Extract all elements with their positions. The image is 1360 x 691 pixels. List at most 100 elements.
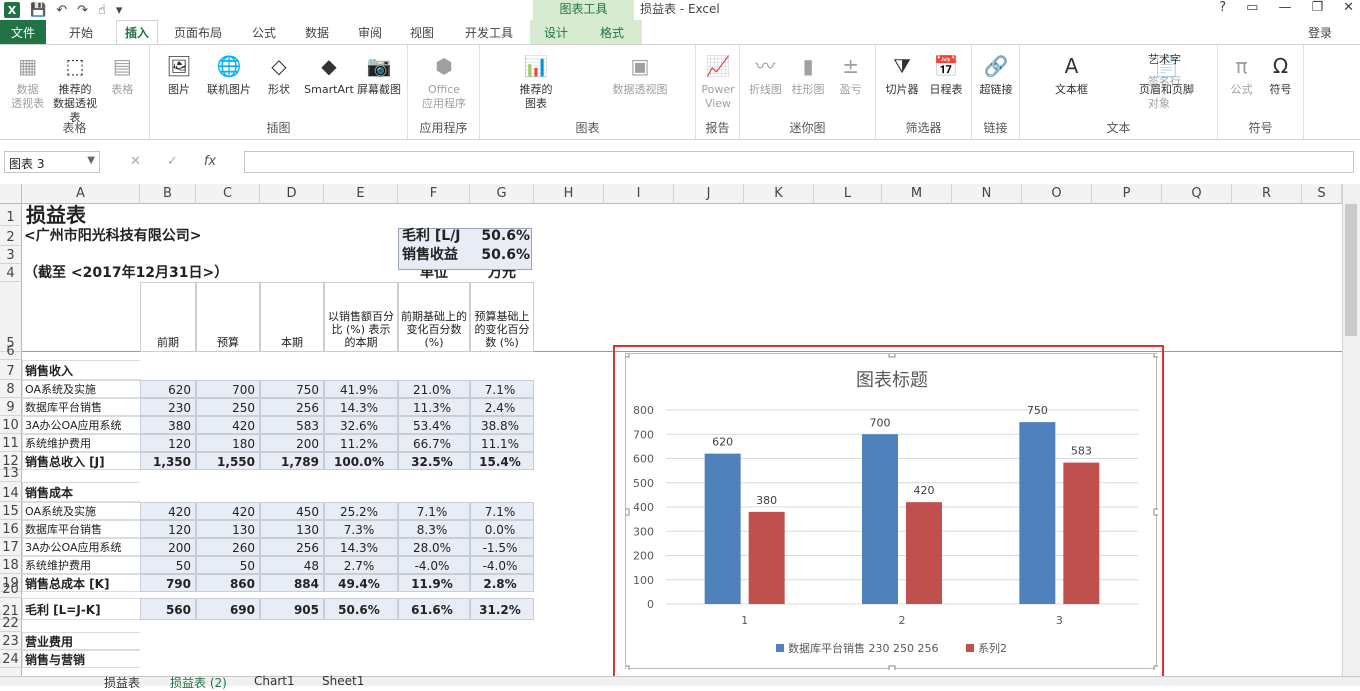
- data-cell[interactable]: 8.3%: [398, 520, 470, 538]
- data-cell[interactable]: 690: [196, 598, 260, 620]
- ribbon-button-7-0[interactable]: 🔗 超链接: [976, 51, 1016, 97]
- resize-handle[interactable]: [622, 665, 630, 673]
- column-header[interactable]: L: [814, 184, 882, 204]
- row-header[interactable]: 18: [0, 556, 22, 574]
- data-cell[interactable]: 53.4%: [398, 416, 470, 434]
- column-header[interactable]: K: [744, 184, 814, 204]
- column-title[interactable]: 以销售额百分比 (%) 表示的本期: [324, 282, 398, 352]
- ribbon-button-6-1[interactable]: 📅 日程表: [924, 51, 968, 97]
- insert-function-icon[interactable]: fx: [204, 154, 216, 169]
- data-cell[interactable]: 7.1%: [470, 380, 534, 398]
- ribbon-small-button-1[interactable]: 签名行: [1148, 73, 1181, 89]
- data-cell[interactable]: 2.7%: [324, 556, 398, 574]
- row-header[interactable]: 15: [0, 502, 22, 520]
- data-cell[interactable]: 11.2%: [324, 434, 398, 452]
- sheet-title[interactable]: 损益表: [22, 204, 222, 226]
- data-cell[interactable]: 450: [260, 502, 324, 520]
- ribbon-button-5-0[interactable]: 〰折线图: [744, 51, 787, 97]
- data-cell[interactable]: 7.3%: [324, 520, 398, 538]
- data-cell[interactable]: 260: [196, 538, 260, 556]
- data-cell[interactable]: 48: [260, 556, 324, 574]
- data-cell[interactable]: 15.4%: [470, 452, 534, 470]
- data-cell[interactable]: 50: [140, 556, 196, 574]
- resize-handle[interactable]: [888, 350, 896, 358]
- data-cell[interactable]: 0.0%: [470, 520, 534, 538]
- column-header[interactable]: P: [1092, 184, 1162, 204]
- data-cell[interactable]: 25.2%: [324, 502, 398, 520]
- bar-1-1[interactable]: [906, 502, 942, 604]
- bar-0-2[interactable]: [1019, 422, 1056, 604]
- data-cell[interactable]: 620: [140, 380, 196, 398]
- data-cell[interactable]: 884: [260, 574, 324, 592]
- data-cell[interactable]: 2.4%: [470, 398, 534, 416]
- ribbon-button-1-2[interactable]: ◇ 形状: [254, 51, 304, 97]
- summary-label[interactable]: 毛利 [L/J: [398, 226, 470, 246]
- data-cell[interactable]: 120: [140, 434, 196, 452]
- data-cell[interactable]: 750: [260, 380, 324, 398]
- row-label[interactable]: OA系统及实施: [22, 380, 140, 398]
- ribbon-small-button-0[interactable]: 艺术字: [1148, 51, 1181, 67]
- data-cell[interactable]: 120: [140, 520, 196, 538]
- ribbon-button-0-2[interactable]: ▤ 表格: [99, 51, 146, 97]
- minimize-button[interactable]: —: [1278, 0, 1291, 15]
- data-cell[interactable]: 1,789: [260, 452, 324, 470]
- column-header[interactable]: G: [470, 184, 534, 204]
- data-cell[interactable]: 180: [196, 434, 260, 452]
- tab-6[interactable]: 审阅: [344, 20, 396, 44]
- data-cell[interactable]: 1,550: [196, 452, 260, 470]
- row-header[interactable]: 23: [0, 632, 22, 650]
- row-label[interactable]: 数据库平台销售: [22, 398, 140, 416]
- resize-handle[interactable]: [1153, 350, 1161, 358]
- data-cell[interactable]: 100.0%: [324, 452, 398, 470]
- chevron-down-icon[interactable]: ▼: [87, 155, 95, 166]
- column-title[interactable]: 预算基础上的变化百分数 (%): [470, 282, 534, 352]
- summary-label[interactable]: 销售收益: [398, 246, 470, 264]
- column-header[interactable]: R: [1232, 184, 1302, 204]
- ribbon-button-9-1[interactable]: Ω 符号: [1261, 51, 1300, 97]
- column-header[interactable]: M: [882, 184, 952, 204]
- tab-4[interactable]: 公式: [238, 20, 290, 44]
- legend-entry[interactable]: 系列2: [978, 641, 1007, 655]
- bar-0-0[interactable]: [704, 453, 741, 604]
- data-cell[interactable]: 256: [260, 398, 324, 416]
- data-cell[interactable]: 860: [196, 574, 260, 592]
- data-cell[interactable]: 61.6%: [398, 598, 470, 620]
- data-cell[interactable]: 130: [196, 520, 260, 538]
- row-header[interactable]: 2: [0, 226, 22, 246]
- select-all-corner[interactable]: [0, 184, 22, 204]
- chart-title[interactable]: 图表标题: [856, 370, 928, 391]
- data-cell[interactable]: 28.0%: [398, 538, 470, 556]
- row-header[interactable]: 3: [0, 246, 22, 264]
- row-header[interactable]: 1: [0, 204, 22, 226]
- data-cell[interactable]: 200: [260, 434, 324, 452]
- restore-button[interactable]: ❐: [1311, 0, 1323, 15]
- ribbon-button-2-0[interactable]: ⬢ Office 应用程序: [412, 51, 476, 111]
- column-title[interactable]: 本期: [260, 282, 324, 352]
- column-header[interactable]: C: [196, 184, 260, 204]
- data-cell[interactable]: -4.0%: [398, 556, 470, 574]
- data-cell[interactable]: 50: [196, 556, 260, 574]
- login-link[interactable]: 登录: [1308, 24, 1332, 41]
- data-cell[interactable]: 50.6%: [324, 598, 398, 620]
- legend-entry[interactable]: 数据库平台销售 230 250 256: [788, 641, 938, 655]
- ribbon-button-1-1[interactable]: 🌐 联机图片: [204, 51, 254, 97]
- formula-input[interactable]: [244, 151, 1354, 173]
- report-date[interactable]: （截至 <2017年12月31日>）: [22, 264, 282, 282]
- close-button[interactable]: ✕: [1343, 0, 1354, 15]
- column-header[interactable]: B: [140, 184, 196, 204]
- column-header[interactable]: D: [260, 184, 324, 204]
- data-cell[interactable]: 420: [140, 502, 196, 520]
- sheet-tab-0[interactable]: 损益表: [104, 674, 140, 691]
- help-button[interactable]: ?: [1219, 0, 1226, 15]
- ribbon-button-8-0[interactable]: A 文本框: [1024, 51, 1119, 97]
- scrollbar-thumb[interactable]: [1345, 204, 1357, 336]
- data-cell[interactable]: 905: [260, 598, 324, 620]
- resize-handle[interactable]: [888, 665, 896, 673]
- row-header[interactable]: 8: [0, 380, 22, 398]
- row-header[interactable]: 6: [0, 344, 22, 360]
- tab-0[interactable]: 文件: [0, 20, 46, 44]
- row-header[interactable]: 13: [0, 466, 22, 482]
- column-header[interactable]: I: [604, 184, 674, 204]
- row-header[interactable]: 17: [0, 538, 22, 556]
- data-cell[interactable]: 1,350: [140, 452, 196, 470]
